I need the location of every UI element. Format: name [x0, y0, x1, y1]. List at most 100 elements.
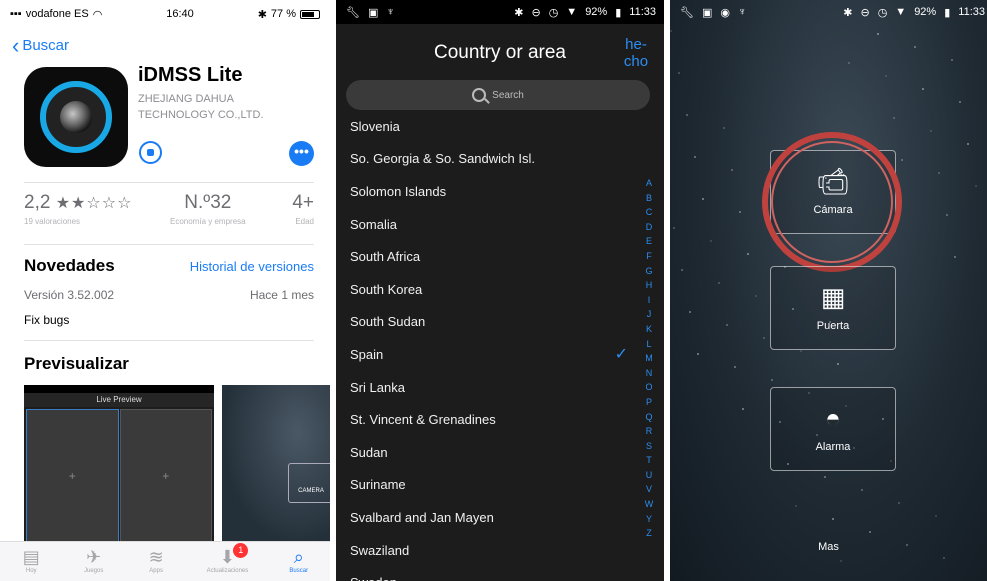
list-item[interactable]: Suriname — [336, 469, 664, 502]
index-letter[interactable]: O — [645, 380, 652, 395]
preview-screenshot-1[interactable]: Live Preview + + — [24, 385, 214, 545]
index-letter[interactable]: Z — [646, 526, 652, 541]
background-star — [726, 324, 728, 326]
stop-icon — [147, 149, 154, 156]
battery-percent: 92% — [914, 6, 937, 18]
list-item[interactable]: Svalbard and Jan Mayen — [336, 501, 664, 534]
index-letter[interactable]: Y — [646, 512, 652, 527]
rating-stars: ★★☆☆☆ — [55, 195, 133, 212]
background-star — [689, 311, 691, 313]
release-date: Hace 1 mes — [249, 288, 314, 302]
version-history-link[interactable]: Historial de versiones — [190, 259, 314, 274]
tab-search[interactable]: ⌕ Buscar — [287, 546, 311, 574]
tab-bar: ▤ Hoy ✈ Juegos ≋ Apps ⬇ 1 Actualizaciones ⌕ Buscar — [0, 541, 330, 581]
list-item[interactable]: Spain ✓ — [336, 338, 664, 371]
list-item[interactable]: South Africa — [336, 240, 664, 273]
country-name: St. Vincent & Grenadines — [350, 412, 496, 428]
tab-rocket[interactable]: ✈ Juegos — [82, 546, 106, 574]
tab-label: Actualizaciones — [206, 568, 249, 574]
index-letter[interactable]: W — [645, 497, 654, 512]
index-letter[interactable]: P — [646, 395, 652, 410]
developer-name[interactable]: ZHEJIANG DAHUA TECHNOLOGY CO.,LTD. — [138, 91, 298, 123]
bluetooth-icon: ✱ — [514, 6, 524, 19]
index-letter[interactable]: S — [646, 439, 652, 454]
more-options-button[interactable]: ••• — [289, 141, 314, 166]
age-value: 4+ — [292, 192, 314, 213]
bluetooth-icon: ✱ — [843, 6, 853, 19]
country-list: Slovenia So. Georgia & So. Sandwich Isl. S… — [336, 110, 664, 581]
background-star — [954, 256, 956, 258]
list-item[interactable]: St. Vincent & Grenadines — [336, 403, 664, 436]
preview-screenshot-2[interactable]: CAMERA — [222, 385, 330, 545]
shield-icon: ◉ — [720, 6, 730, 19]
chevron-left-icon: ‹ — [12, 33, 20, 58]
add-icon: + — [119, 409, 212, 543]
rank-caption: Economía y empresa — [170, 217, 246, 226]
index-letter[interactable]: L — [646, 337, 651, 352]
app-store-panel: ▪▪▪ vodafone ES ◠ 16:40 ✱ 77 % ‹ Buscar … — [0, 0, 330, 581]
rating-caption: 19 valoraciones — [24, 217, 81, 226]
index-letter[interactable]: B — [646, 191, 652, 206]
index-letter[interactable]: A — [646, 176, 652, 191]
background-star — [694, 156, 696, 158]
index-letter[interactable]: C — [646, 205, 653, 220]
clock: 11:33 — [629, 6, 656, 18]
background-star — [898, 502, 900, 504]
background-star — [832, 518, 834, 520]
app-name: iDMSS Lite — [138, 64, 243, 86]
index-letter[interactable]: U — [646, 468, 653, 483]
background-star — [697, 353, 699, 355]
background-star — [861, 489, 863, 491]
more-button[interactable]: Mas — [670, 541, 987, 553]
done-button[interactable]: he-cho — [618, 36, 654, 70]
alphabet-index[interactable]: ABCDEFGHIJKLMNOPQRSTUVWYZ — [642, 176, 656, 541]
list-item[interactable]: Sri Lanka — [336, 371, 664, 404]
list-item[interactable]: Sweden — [336, 566, 664, 581]
background-star — [723, 127, 725, 129]
list-item[interactable]: Slovenia — [336, 110, 664, 143]
index-letter[interactable]: N — [646, 366, 653, 381]
list-item[interactable]: South Sudan — [336, 306, 664, 339]
battery-icon: ▮ — [944, 6, 951, 19]
index-letter[interactable]: F — [646, 249, 652, 264]
index-letter[interactable]: H — [646, 278, 653, 293]
country-name: South Africa — [350, 249, 421, 265]
list-item[interactable]: Somalia — [336, 208, 664, 241]
rank-stat: N.º32 Economía y empresa — [170, 192, 246, 226]
index-letter[interactable]: E — [646, 234, 652, 249]
index-letter[interactable]: M — [645, 351, 653, 366]
list-item[interactable]: Swaziland — [336, 534, 664, 567]
tile-label: Alarma — [815, 441, 851, 453]
back-button[interactable]: ‹ Buscar — [12, 33, 69, 58]
background-star — [795, 505, 797, 507]
index-letter[interactable]: T — [646, 453, 652, 468]
index-letter[interactable]: I — [648, 293, 651, 308]
index-letter[interactable]: K — [646, 322, 652, 337]
tab-layers[interactable]: ≋ Apps — [144, 546, 168, 574]
list-item[interactable]: Sudan — [336, 436, 664, 469]
bluetooth-icon: ✱ — [257, 8, 267, 21]
tile-label: Puerta — [816, 320, 850, 332]
background-star — [837, 363, 839, 365]
list-item[interactable]: Solomon Islands — [336, 175, 664, 208]
index-letter[interactable]: G — [645, 264, 652, 279]
release-notes: Fix bugs — [24, 313, 70, 327]
search-input[interactable]: Search — [346, 80, 650, 110]
download-progress-button[interactable] — [139, 141, 162, 164]
index-letter[interactable]: Q — [645, 410, 652, 425]
signal-icon: ▪▪▪ — [10, 8, 22, 20]
tab-today[interactable]: ▤ Hoy — [19, 546, 43, 574]
index-letter[interactable]: V — [646, 482, 652, 497]
background-star — [922, 88, 924, 90]
list-item[interactable]: So. Georgia & So. Sandwich Isl. — [336, 143, 664, 176]
index-letter[interactable]: J — [647, 307, 652, 322]
list-item[interactable]: South Korea — [336, 273, 664, 306]
tab-label: Buscar — [289, 568, 309, 574]
tab-download[interactable]: ⬇ 1 Actualizaciones — [206, 543, 249, 574]
tab-label: Juegos — [83, 568, 104, 574]
index-letter[interactable]: D — [646, 220, 653, 235]
alarm-tile[interactable]: ◓ Alarma — [770, 387, 896, 471]
door-tile[interactable]: ▦ Puerta — [770, 266, 896, 350]
index-letter[interactable]: R — [646, 424, 653, 439]
dnd-icon: ⊖ — [531, 6, 541, 19]
